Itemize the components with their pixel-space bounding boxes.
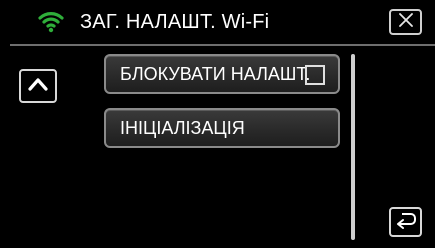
initialization-button[interactable]: ІНІЦІАЛІЗАЦІЯ <box>104 108 340 148</box>
page-title: ЗАГ. НАЛАШТ. Wi-Fi <box>80 11 270 33</box>
header-divider <box>10 44 435 46</box>
lock-settings-button[interactable]: БЛОКУВАТИ НАЛАШТ. <box>104 54 340 94</box>
back-button[interactable] <box>389 207 422 237</box>
scroll-up-button[interactable] <box>19 69 57 103</box>
close-icon <box>398 12 414 32</box>
return-icon <box>395 211 417 234</box>
lock-settings-checkbox[interactable] <box>305 65 325 85</box>
initialization-label: ІНІЦІАЛІЗАЦІЯ <box>120 117 245 138</box>
wifi-icon <box>38 9 64 33</box>
lock-settings-label: БЛОКУВАТИ НАЛАШТ. <box>120 63 311 84</box>
chevron-up-icon <box>27 76 49 97</box>
scrollbar[interactable] <box>351 54 355 240</box>
close-button[interactable] <box>389 9 422 35</box>
header-bar: ЗАГ. НАЛАШТ. Wi-Fi <box>0 0 435 44</box>
